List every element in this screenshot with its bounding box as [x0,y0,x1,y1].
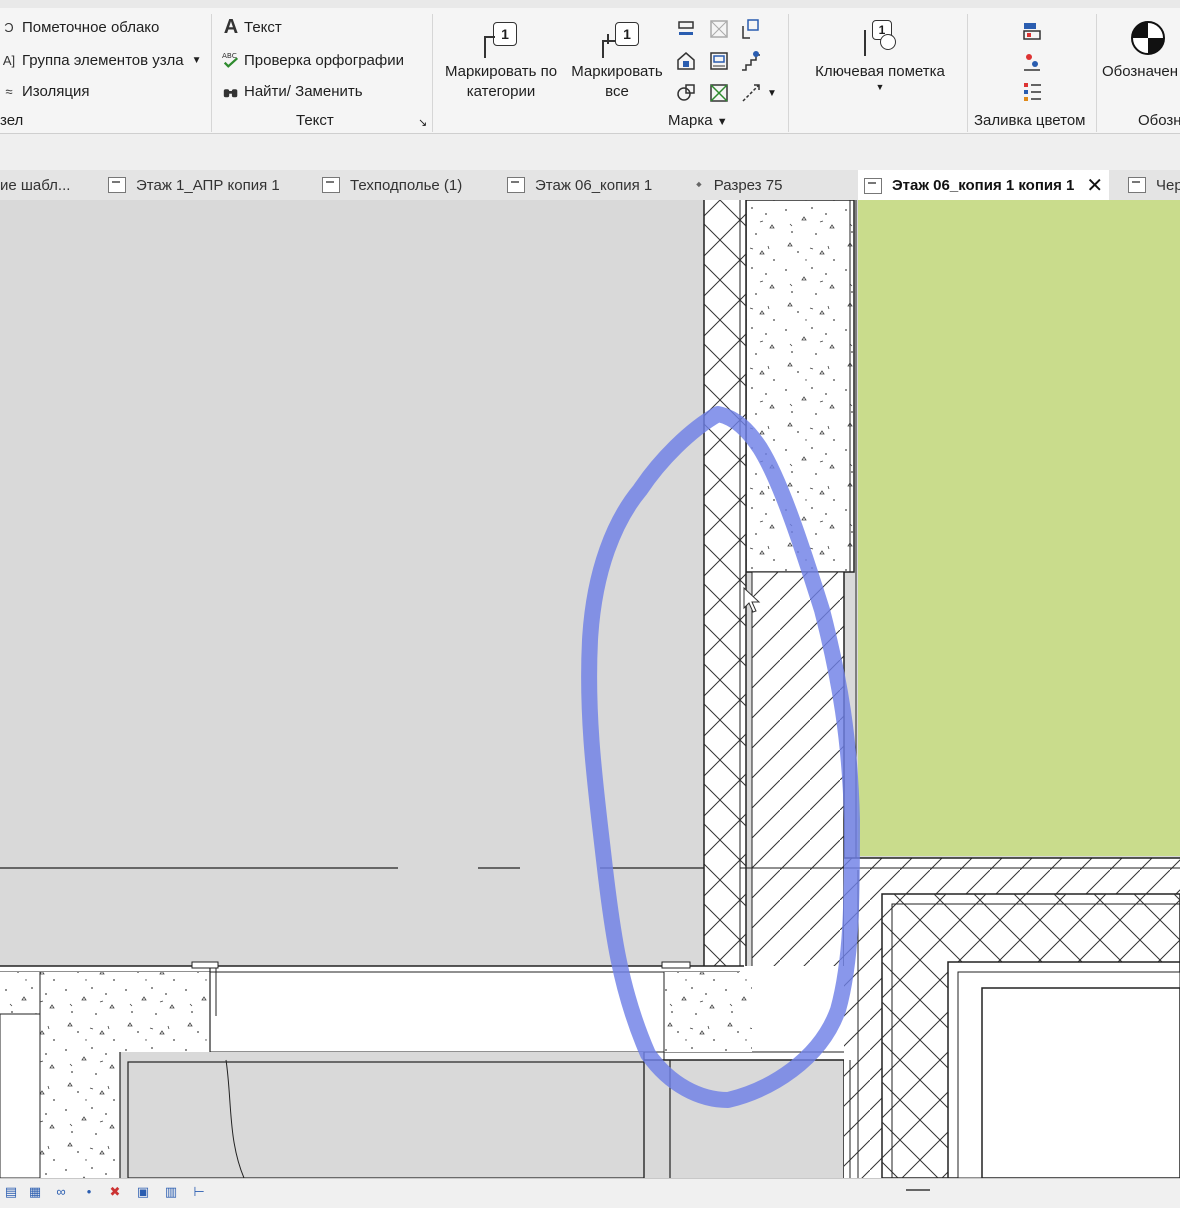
tab-view-templates[interactable]: ие шабл... [0,170,70,200]
text-panel-title: Текст [296,112,334,129]
floor-plan-icon [108,177,126,193]
room-tag-icon[interactable] [675,50,697,72]
tag-by-category-button[interactable]: 1 Маркировать по категории [438,18,564,102]
room-color-fill [858,200,1180,856]
keynote-label: Ключевая пометка [815,63,945,80]
find-replace-button[interactable]: Найти/ Заменить [222,82,363,100]
filter-icon[interactable]: ✖ [106,1183,124,1201]
concrete-lintel-right [664,972,752,1052]
select-icon[interactable]: ▣ [134,1183,152,1201]
panel-separator [1096,14,1097,132]
stair-path-icon[interactable] [708,18,730,40]
panel-separator [967,14,968,132]
tab-label: Этаж 06_копия 1 [535,176,653,194]
insulation-icon: ≈ [5,83,13,99]
design-options-icon[interactable]: ▤ [2,1183,20,1201]
reveal-icon[interactable]: ⊢ [190,1183,208,1201]
find-replace-icon [222,82,240,100]
span-direction-icon[interactable] [740,82,762,104]
tab-label: Этаж 1_АПР копия 1 [136,176,280,194]
concrete-column [745,200,855,573]
tab-basement[interactable]: Техподполье (1) [322,170,462,200]
color-legend-list-icon[interactable] [1021,80,1043,102]
panel-launcher-icon[interactable]: ↘ [418,116,427,129]
tag-by-category-label-1: Маркировать по [444,63,558,80]
tag-all-icon: 1 [595,18,639,58]
view-tabs: ие шабл... Этаж 1_АПР копия 1 Техподполь… [0,170,1180,201]
section-icon: ⬩ [696,176,702,193]
panel-separator [432,14,433,132]
floor-plan-icon [1128,177,1146,193]
symbol-icon [1128,18,1172,58]
tag-all-label-1: Маркировать [571,63,663,80]
detail-group-button[interactable]: A] Группа элементов узла ▼ [0,51,202,69]
area-tag-icon[interactable] [708,50,730,72]
tab-floor-06-copy-copy[interactable]: Этаж 06_копия 1 копия 1 ✕ [858,170,1110,201]
color-fill-panel-title: Заливка цветом [974,112,1086,129]
detail-group-icon: A] [2,52,16,68]
tag-all-label-2: все [605,83,629,100]
spellcheck-icon: ABC [222,51,240,69]
symbol-label: Обозначен [1102,63,1179,80]
symbol-button[interactable]: Обозначен [1102,18,1180,82]
dropdown-arrow-icon: ▼ [191,54,202,66]
dropdown-arrow-icon[interactable]: ▼ [767,88,777,99]
detail-group-label: Группа элементов узла [22,51,184,69]
resize-handle[interactable] [906,1189,930,1191]
multi-category-tag-icon[interactable] [740,18,762,40]
options-bar [0,134,1180,170]
panel-separator [211,14,212,132]
keynote-icon: 1 [858,18,902,58]
tab-label: Этаж 06_копия 1 копия 1 [892,177,1075,194]
worksets-icon[interactable]: ▦ [26,1183,44,1201]
ribbon: Ͻ Пометочное облако A] Группа элементов … [0,8,1180,134]
beam-annotation-icon[interactable] [675,18,697,40]
tab-floor-06-copy[interactable]: Этаж 06_копия 1 [507,170,652,200]
dropdown-arrow-icon: ▼ [875,82,885,92]
stair-tread-number-icon[interactable] [740,50,762,72]
revision-cloud-label: Пометочное облако [22,18,160,36]
pin-icon[interactable]: • [80,1183,98,1201]
panel-separator [788,14,789,132]
close-icon[interactable]: ✕ [1086,173,1103,198]
insulation-label: Изоляция [22,82,90,100]
tag-panel-title[interactable]: Марка ▼ [668,112,728,129]
svg-text:ABC: ABC [222,51,237,60]
symbol-panel-title: Обозн [1138,112,1180,129]
space-tag-icon[interactable] [708,82,730,104]
tab-label: Разрез 75 [713,176,783,194]
tab-drawing[interactable]: Чер [1128,170,1180,200]
insulation-button[interactable]: ≈ Изоляция [0,82,89,100]
material-tag-icon[interactable] [675,82,697,104]
drawing-canvas[interactable] [0,200,1180,1178]
keynote-button[interactable]: 1 Ключевая пометка ▼ [808,18,952,92]
detail-panel-title: зел [0,112,24,129]
text-button[interactable]: A Текст [222,15,282,38]
floor-plan-icon [507,177,525,193]
floor-plan-icon [864,177,882,194]
dropdown-arrow-icon: ▼ [716,116,728,128]
floor-plan-icon [322,177,340,193]
tab-label: Техподполье (1) [350,176,463,194]
tab-label: ие шабл... [0,176,71,194]
revision-cloud-icon: Ͻ [4,19,14,35]
color-scheme-icon[interactable] [1021,50,1043,72]
text-label: Текст [244,18,282,36]
color-fill-legend-icon[interactable] [1021,20,1043,42]
tab-section-75[interactable]: ⬩ Разрез 75 [696,170,782,200]
find-replace-label: Найти/ Заменить [244,82,363,100]
tab-label: Чер [1156,176,1180,194]
spellcheck-label: Проверка орфографии [244,51,404,69]
temp-hide-icon[interactable]: ▥ [162,1183,180,1201]
link-icon[interactable]: ∞ [52,1183,70,1201]
revision-cloud-button[interactable]: Ͻ Пометочное облако [0,18,159,36]
view-control-bar: ▤ ▦ ∞ • ✖ ▣ ▥ ⊢ [0,1178,1180,1208]
tab-floor-1-apr[interactable]: Этаж 1_АПР копия 1 [108,170,280,200]
spellcheck-button[interactable]: ABC Проверка орфографии [222,51,404,69]
tag-by-category-icon: 1 [479,18,523,58]
tag-by-category-label-2: категории [466,83,536,100]
text-A-icon: A [223,15,239,38]
tag-all-button[interactable]: 1 Маркировать все [566,18,668,102]
